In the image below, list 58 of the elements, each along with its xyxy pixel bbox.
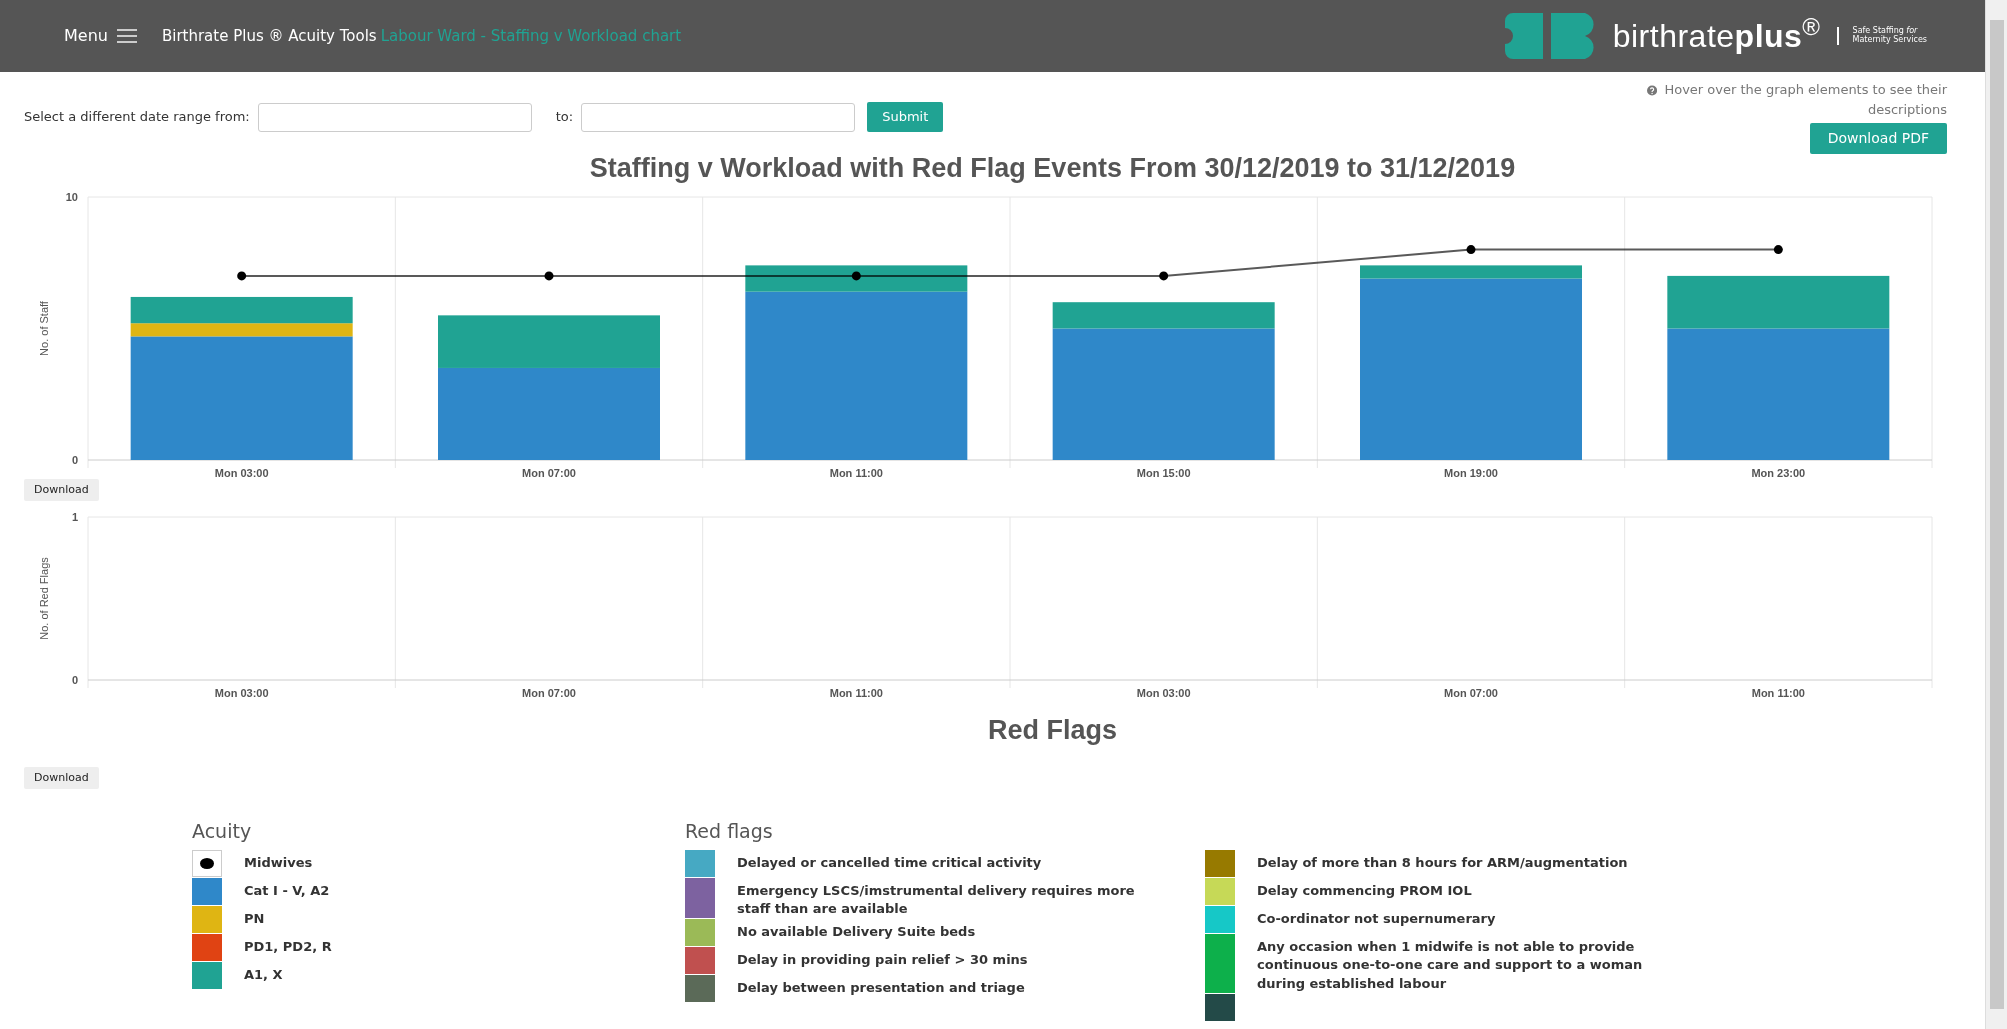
category-label: Mon 03:00 [214,687,269,699]
help-icon [1647,84,1658,97]
data-point [1466,244,1476,254]
legend-label: A1, X [244,965,283,984]
axis-title: No. of Red Flags [38,557,50,640]
brand-name: birthrateplus$^{®}$ [1612,12,1821,56]
category-label: Mon 03:00 [1136,687,1191,699]
chart-title: Red Flags [987,714,1118,747]
legend-label: PN [244,909,265,928]
legend-label: Co-ordinator not supernumerary [1257,909,1496,928]
category-label: Mon 15:00 [1136,466,1191,479]
app-title: Birthrate Plus ® Acuity Tools [161,25,377,47]
date-range-label: Select a different date range from: [24,108,250,127]
page-title: Labour Ward - Staffing v Workload chart [380,25,682,47]
data-point [1159,270,1169,280]
category-label: Mon 19:00 [1444,466,1498,479]
logo-icon [1504,13,1597,59]
category-label: Mon 07:00 [522,466,576,479]
legend-label: Midwives [244,853,313,872]
legend-label: Any occasion when 1 midwife is not able to provide continuous one-to-one care and support to a woman during established labour [1257,937,1644,994]
legend-label: Delay in providing pain relief > 30 mins [737,951,1028,970]
legend-label: Delayed or cancelled time critical activity [737,853,1042,872]
data-point [1773,244,1783,254]
category-label: Mon 03:00 [214,466,269,479]
legend-label: PD1, PD2, R [244,937,332,956]
menu-button[interactable]: Menu [64,24,138,48]
legend-label: Emergency LSCS/imstrumental delivery requires more staff than are available [737,881,1136,919]
tagline: Safe Staffing for Maternity Services [1836,27,1927,45]
axis-title: No. of Staff [38,300,50,356]
category-label: Mon 07:00 [1444,687,1498,699]
category-label: Mon 11:00 [829,466,883,479]
legend-heading: Acuity [192,819,253,844]
download-button[interactable]: Download [24,766,99,789]
data-point [237,270,247,280]
to-label: to: [555,108,574,127]
download-button[interactable]: Download [24,478,99,501]
data-point [544,270,554,280]
legend-label: Delay commencing PROM IOL [1257,881,1472,900]
to-date-field[interactable] [581,102,856,132]
category-label: Mon 11:00 [829,687,883,699]
hint-text: Hover over the graph elements to see their descriptions [1663,81,1947,119]
chart-title: Staffing v Workload with Red Flag Events From 30/12/2019 to 31/12/2019 [588,152,1517,185]
tick-label: 10 [65,190,78,203]
menu-icon [115,28,138,44]
from-date-field[interactable] [257,102,532,132]
legend-label: No available Delivery Suite beds [737,923,976,942]
legend-label: Cat I - V, A2 [244,881,330,900]
legend-label: Delay of more than 8 hours for ARM/augmentation [1257,853,1628,872]
data-point [851,270,861,280]
tick-label: 0 [71,453,78,466]
category-label: Mon 07:00 [522,687,576,699]
tick-label: 0 [71,674,78,686]
category-label: Mon 11:00 [1751,687,1805,699]
category-label: Mon 23:00 [1751,466,1806,479]
legend-heading: Red flags [685,819,774,844]
legend-label: Delay between presentation and triage [737,979,1025,998]
scrollbar[interactable] [1985,0,2007,1029]
tick-label: 1 [71,511,78,523]
